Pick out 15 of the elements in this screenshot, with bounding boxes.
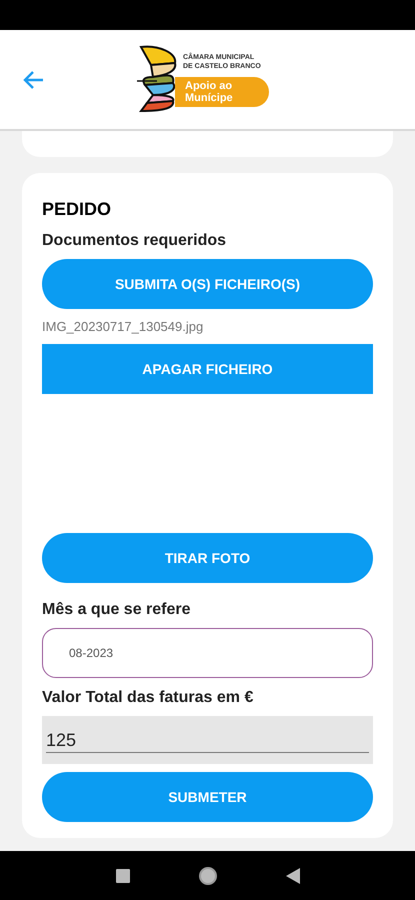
upload-button[interactable]: SUBMITA O(S) FICHEIRO(S) <box>42 259 373 309</box>
month-field[interactable]: 08-2023 <box>42 628 373 678</box>
take-photo-button[interactable]: TIRAR FOTO <box>42 533 373 583</box>
back-nav-icon[interactable] <box>286 868 300 884</box>
section-label: Documentos requeridos <box>42 231 228 251</box>
total-field[interactable]: 125 <box>42 716 373 764</box>
recent-apps-icon[interactable] <box>116 868 130 882</box>
file-name: IMG_20230717_130549.jpg <box>42 319 204 335</box>
form-title: PEDIDO <box>42 199 112 219</box>
submit-button[interactable]: SUBMETER <box>42 772 373 822</box>
home-icon[interactable] <box>198 866 218 886</box>
logo-badge: Apoio ao Munícipe <box>175 77 269 107</box>
delete-file-button[interactable]: APAGAR FICHEIRO <box>42 344 373 394</box>
field-label: Mês a que se refere <box>42 600 192 620</box>
field-label: Valor Total das faturas em € <box>42 688 254 708</box>
